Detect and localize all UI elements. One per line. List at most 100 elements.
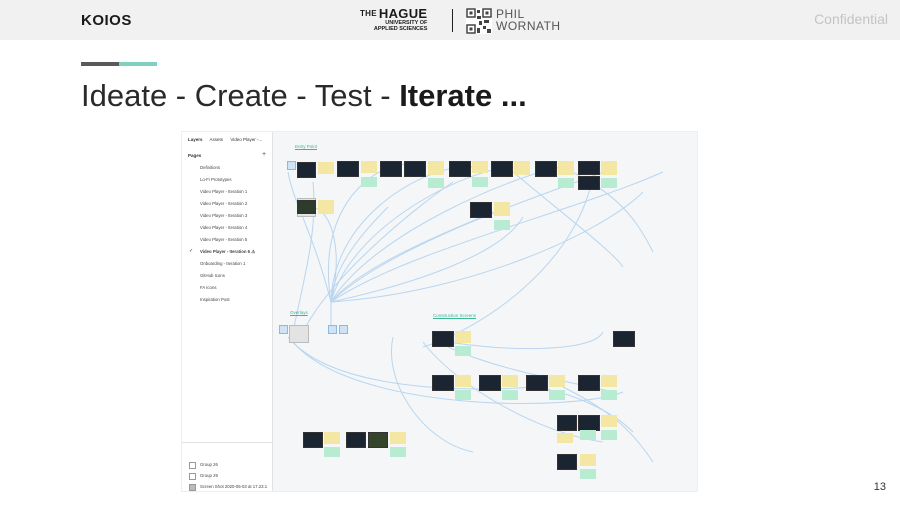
sticky-note[interactable] (455, 331, 471, 343)
sticky-note[interactable] (601, 161, 617, 175)
sticky-note[interactable] (472, 161, 488, 173)
frame-thumbnail[interactable] (557, 415, 577, 431)
page-item[interactable]: FA Icons (200, 285, 216, 290)
section-label-overlays: Overlays (290, 310, 308, 315)
sticky-note[interactable] (318, 200, 334, 214)
sticky-note-green[interactable] (390, 447, 406, 457)
figma-canvas[interactable]: Entry Point Overlays Construction Screen… (273, 132, 697, 491)
frame-thumbnail[interactable] (346, 432, 366, 448)
sticky-note-green[interactable] (558, 178, 574, 188)
frame-thumbnail[interactable] (303, 432, 323, 448)
page-item[interactable]: GitHub Icons (200, 273, 225, 278)
frame-thumbnail[interactable] (404, 161, 426, 177)
sticky-note-green[interactable] (455, 346, 471, 356)
image-icon (189, 484, 196, 491)
frame-thumbnail[interactable] (368, 432, 388, 448)
koios-logo: KOIOS (81, 12, 132, 29)
sticky-note[interactable] (428, 161, 444, 175)
the-hague-logo: THE HAGUE UNIVERSITY OF APPLIED SCIENCES (360, 7, 427, 32)
frame-thumbnail[interactable] (578, 415, 600, 431)
panel-tabs: Layers Assets Video Player -... (188, 137, 268, 142)
sticky-note-green[interactable] (549, 390, 565, 400)
sticky-note-green[interactable] (601, 390, 617, 400)
layer-item[interactable]: Group 26 (200, 462, 218, 467)
page-item[interactable]: Video Player - Iteration 1 (200, 189, 247, 194)
tab-page-select[interactable]: Video Player -... (230, 137, 262, 142)
frame-thumbnail[interactable] (557, 454, 577, 470)
sticky-note-green[interactable] (472, 177, 488, 187)
sticky-note-green[interactable] (502, 390, 518, 400)
frame-thumbnail[interactable] (337, 161, 359, 177)
overlay-trigger-icon[interactable] (328, 325, 337, 334)
page-item[interactable]: Video Player - Iteration 5 (200, 237, 247, 242)
page-item[interactable]: Onboarding - Iteration 1 (200, 261, 245, 266)
sticky-note-green[interactable] (601, 178, 617, 188)
sticky-note[interactable] (580, 454, 596, 466)
hague-the-text: THE (360, 9, 377, 18)
frame-thumbnail[interactable] (578, 161, 600, 175)
title-bold: Iterate ... (399, 78, 527, 113)
overlay-frame[interactable] (289, 325, 309, 343)
frame-thumbnail[interactable] (479, 375, 501, 391)
page-item-current[interactable]: Video Player - Iteration 6 ⚠ (200, 249, 255, 255)
sticky-note[interactable] (557, 433, 573, 443)
frame-thumbnail[interactable] (432, 331, 454, 347)
page-item[interactable]: Lo-Fi Prototypes (200, 177, 232, 182)
section-label-entry-point: Entry Point (295, 144, 318, 149)
frame-thumbnail[interactable] (470, 202, 492, 218)
slide-title: Ideate - Create - Test - Iterate ... (81, 78, 527, 114)
sticky-note[interactable] (601, 375, 617, 387)
sticky-note-green[interactable] (580, 469, 596, 479)
frame-thumbnail[interactable] (297, 200, 316, 214)
sticky-note-green[interactable] (428, 178, 444, 188)
sticky-note-green[interactable] (361, 177, 377, 187)
frame-thumbnail[interactable] (526, 375, 548, 391)
frame-thumbnail[interactable] (535, 161, 557, 177)
frame-thumbnail[interactable] (380, 161, 402, 177)
sticky-note[interactable] (601, 415, 617, 427)
frame-thumbnail[interactable] (613, 331, 635, 347)
sticky-note-green[interactable] (580, 430, 596, 440)
frame-thumbnail[interactable] (432, 375, 454, 391)
flow-start-icon[interactable] (287, 161, 296, 170)
frame-thumbnail[interactable] (578, 375, 600, 391)
frame-thumbnail[interactable] (491, 161, 513, 177)
sticky-note[interactable] (390, 432, 406, 444)
phil-wornath-logo: PHIL WORNATH (496, 8, 561, 32)
sticky-note[interactable] (558, 161, 574, 175)
current-page-check-icon: ✓ (189, 248, 194, 254)
hague-name-text: HAGUE (378, 6, 428, 21)
sticky-note[interactable] (361, 161, 377, 173)
sticky-note[interactable] (494, 202, 510, 216)
section-label-construction: Construction Screens (433, 313, 477, 318)
frame-thumbnail[interactable] (449, 161, 471, 177)
sticky-note[interactable] (514, 161, 530, 175)
page-item[interactable]: Video Player - Iteration 2 (200, 201, 247, 206)
frame-thumbnail[interactable] (578, 176, 600, 190)
title-plain: Ideate - Create - Test - (81, 78, 400, 113)
sticky-note[interactable] (455, 375, 471, 387)
sticky-note-green[interactable] (324, 447, 340, 457)
frame-thumbnail[interactable] (297, 162, 316, 178)
add-page-icon[interactable]: + (262, 151, 266, 158)
page-item[interactable]: Video Player - Iteration 4 (200, 225, 247, 230)
sticky-note[interactable] (549, 375, 565, 387)
tab-layers[interactable]: Layers (188, 137, 203, 142)
page-item[interactable]: Video Player - Iteration 3 (200, 213, 247, 218)
sticky-note[interactable] (324, 432, 340, 444)
panel-divider (182, 442, 272, 443)
sticky-note-green[interactable] (455, 390, 471, 400)
sticky-note-green[interactable] (494, 220, 510, 230)
page-item[interactable]: Definitions (200, 165, 220, 170)
figma-screenshot: Layers Assets Video Player -... Pages + … (181, 131, 698, 492)
sticky-note[interactable] (318, 162, 334, 174)
tab-assets[interactable]: Assets (210, 137, 224, 142)
sticky-note-green[interactable] (601, 430, 617, 440)
overlay-trigger-icon[interactable] (339, 325, 348, 334)
overlay-trigger-icon[interactable] (279, 325, 288, 334)
pages-heading: Pages (188, 153, 202, 158)
page-item[interactable]: Inspiration Post (200, 297, 230, 302)
layer-item[interactable]: Group 29 (200, 473, 218, 478)
layer-item[interactable]: Screen Shot 2020-05-03 at 17.23.1 (200, 484, 267, 489)
sticky-note[interactable] (502, 375, 518, 387)
